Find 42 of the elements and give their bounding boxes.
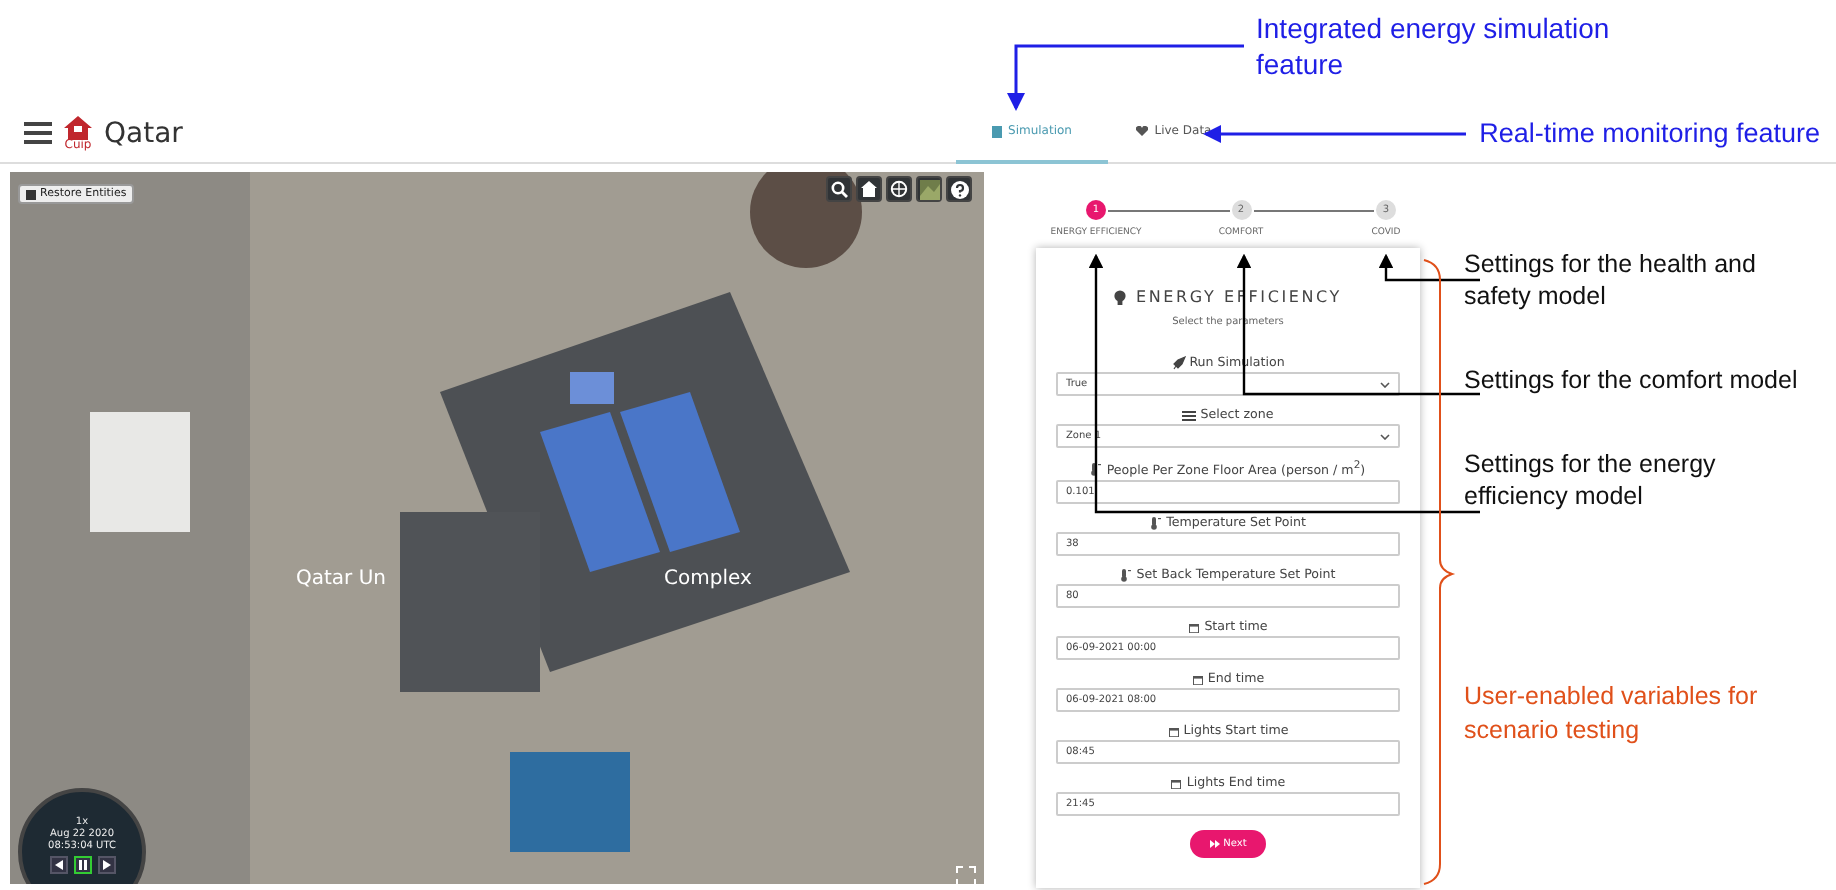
map-label: Complex [664, 568, 752, 590]
heart-icon [1136, 126, 1149, 136]
help-icon [949, 179, 969, 199]
search-button[interactable] [826, 176, 852, 202]
globe-button[interactable] [886, 176, 912, 202]
chevron-down-icon [1380, 381, 1390, 387]
cube-icon [26, 189, 36, 199]
calendar-icon [1188, 621, 1201, 634]
calculator-icon [992, 125, 1003, 137]
play-icon [101, 860, 111, 870]
imagery-button[interactable] [916, 176, 942, 202]
home-icon [860, 180, 878, 198]
menu-icon[interactable] [24, 122, 52, 144]
chevron-down-icon [1380, 433, 1390, 439]
rocket-icon [1171, 356, 1186, 370]
home-button[interactable] [856, 176, 882, 202]
play-pause-button[interactable] [73, 856, 91, 874]
annotation-text: Real-time monitoring feature [1479, 118, 1820, 148]
search-icon [830, 180, 848, 198]
annotation-text: Settings for the energy efficiency model [1464, 448, 1718, 512]
annotation-text: Settings for the health and safety model [1464, 248, 1758, 312]
calendar-icon [1167, 725, 1180, 738]
rewind-button[interactable] [49, 856, 67, 874]
play-left-icon [53, 860, 63, 870]
thermometer-icon [1150, 516, 1163, 531]
lightbulb-icon [1114, 289, 1127, 305]
thermometer-icon [1120, 568, 1133, 583]
forward-icon [1209, 840, 1220, 849]
help-button[interactable] [946, 176, 972, 202]
annotation-text: User-enabled variables for scenario testing [1464, 680, 1760, 748]
app-title: Qatar [104, 117, 183, 149]
calendar-icon [1191, 673, 1204, 686]
house-logo-icon [64, 115, 92, 139]
pause-icon [77, 860, 87, 870]
terrain-icon [919, 179, 939, 199]
globe-icon [890, 180, 908, 198]
forward-button[interactable] [97, 856, 115, 874]
map-label: Qatar Un [296, 568, 386, 590]
list-icon [1182, 409, 1197, 421]
annotation-text: Integrated energy simulation feature [1256, 10, 1612, 82]
annotation-text: Settings for the comfort model [1464, 364, 1800, 396]
calendar-icon [1170, 777, 1183, 790]
